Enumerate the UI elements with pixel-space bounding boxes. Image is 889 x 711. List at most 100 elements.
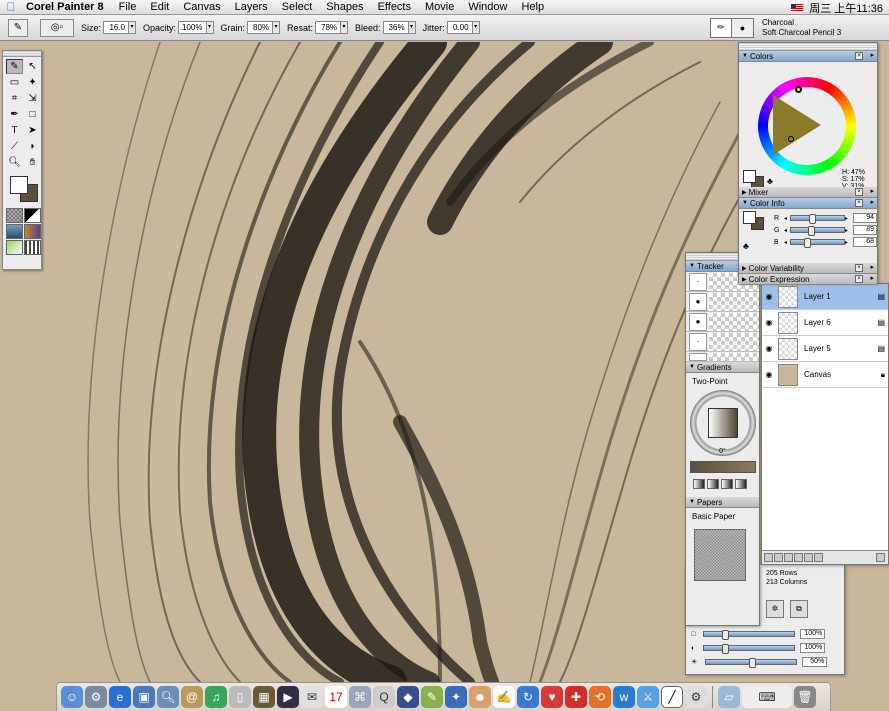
gradients-header[interactable]: ▼ Gradients	[686, 362, 759, 373]
trash-like-icon[interactable]: ▯	[229, 686, 251, 708]
grain-field[interactable]: 80% ▾	[247, 21, 281, 35]
gradient-type-icon[interactable]	[735, 479, 747, 489]
ical-icon[interactable]: 17	[325, 686, 347, 708]
preview-icon[interactable]: ▣	[133, 686, 155, 708]
new-layer-mask-icon[interactable]	[814, 553, 823, 562]
invert-paper-icon[interactable]: ✲	[766, 600, 784, 618]
app-menu[interactable]: Corel Painter 8	[22, 1, 112, 13]
quicktime-icon[interactable]: Q	[373, 686, 395, 708]
slash-icon[interactable]: ╱	[661, 686, 683, 708]
imovie-icon[interactable]: ▶	[277, 686, 299, 708]
mail-icon[interactable]: ✉	[301, 686, 323, 708]
menu-help[interactable]: Help	[514, 1, 551, 13]
gradient-bar[interactable]	[689, 461, 756, 473]
brush-icon[interactable]: ✦	[445, 686, 467, 708]
main-color-mini-swatch[interactable]	[743, 211, 756, 224]
pen-tool-icon[interactable]: ✒	[6, 107, 23, 122]
layer-adjuster-icon[interactable]: ↖	[24, 59, 41, 74]
menu-shapes[interactable]: Shapes	[319, 1, 370, 13]
selection-adjuster-icon[interactable]: ⇲	[24, 91, 41, 106]
keyboard-icon[interactable]: ⌨	[742, 686, 792, 708]
paper-preview[interactable]	[694, 529, 746, 581]
painter-icon[interactable]: ✎	[421, 686, 443, 708]
hue-indicator[interactable]	[795, 86, 802, 93]
opacity-field[interactable]: 100% ▾	[178, 21, 214, 35]
color-selector[interactable]	[6, 174, 38, 204]
composite-icon[interactable]	[804, 553, 813, 562]
layer-commands-icon[interactable]	[764, 553, 773, 562]
magnifier-icon[interactable]: 🔍︎	[6, 155, 23, 170]
look-selector-icon[interactable]	[6, 240, 23, 255]
menu-select[interactable]: Select	[275, 1, 320, 13]
menu-effects[interactable]: Effects	[371, 1, 418, 13]
paper-name[interactable]: Basic Paper	[686, 508, 759, 521]
eye-icon[interactable]: ◉	[762, 344, 776, 353]
address-book-icon[interactable]: @	[181, 686, 203, 708]
folder-icon[interactable]: ▱	[718, 686, 740, 708]
itunes-icon[interactable]: ♫	[205, 686, 227, 708]
paper-options-icon[interactable]: ⧉	[790, 600, 808, 618]
gear-icon[interactable]: ⚙	[685, 686, 707, 708]
menu-edit[interactable]: Edit	[143, 1, 176, 13]
cross-icon[interactable]: ✚	[565, 686, 587, 708]
color-expression-header[interactable]: ▶ Color Expression × ▸	[739, 274, 877, 285]
pen-icon[interactable]: ✍	[493, 686, 515, 708]
input-menu-flag-icon[interactable]	[791, 3, 804, 12]
grabber-hand-icon[interactable]: ✋︎	[24, 155, 41, 170]
iphoto-icon[interactable]: ▦	[253, 686, 275, 708]
layer-row[interactable]: ◉ Layer 1 ▤	[762, 284, 888, 310]
main-color-mini-swatch[interactable]	[743, 170, 756, 183]
palette-titlebar[interactable]	[739, 43, 877, 51]
brush-mode-icon[interactable]: ◎▫	[40, 18, 74, 37]
brush-category-icon[interactable]: ✏	[710, 17, 732, 38]
tracker-item[interactable]: ●	[686, 292, 759, 312]
system-preferences-icon[interactable]: ⚙	[85, 686, 107, 708]
layer-mask-icon[interactable]	[794, 553, 803, 562]
gradient-name[interactable]: Two-Point	[686, 373, 759, 386]
bleed-field[interactable]: 36% ▾	[382, 21, 416, 35]
paper-contrast-slider[interactable]	[703, 644, 796, 654]
paper-brightness-slider[interactable]	[705, 658, 798, 668]
sword-icon[interactable]: ⚔	[637, 686, 659, 708]
new-layer-icon[interactable]	[784, 553, 793, 562]
paper-scale-slider[interactable]	[703, 630, 796, 640]
crop-icon[interactable]: ⌗	[6, 91, 23, 106]
layer-row[interactable]: ◉ Layer 6 ▤	[762, 310, 888, 336]
menu-movie[interactable]: Movie	[418, 1, 461, 13]
brush-variant-icon[interactable]: ●	[732, 17, 754, 38]
finder-icon[interactable]: ☺	[61, 686, 83, 708]
color-variability-header[interactable]: ▶ Color Variability × ▸	[739, 263, 877, 274]
pattern-selector-icon[interactable]	[6, 224, 23, 239]
dropper-icon[interactable]: ⟋	[6, 139, 23, 154]
menu-window[interactable]: Window	[461, 1, 514, 13]
mixer-header[interactable]: ▶ Mixer × ▸	[739, 187, 877, 198]
clone-color-icon[interactable]: ♣	[743, 241, 749, 251]
text-tool-icon[interactable]: T	[6, 123, 23, 138]
apple-menu-icon[interactable]: 	[0, 0, 22, 14]
current-tool-brush-icon[interactable]: ✎	[8, 18, 28, 37]
keynote-icon[interactable]: ◆	[397, 686, 419, 708]
tracker-item[interactable]	[686, 352, 759, 362]
blue-slider[interactable]	[790, 238, 845, 248]
saturation-value-triangle[interactable]	[773, 95, 821, 155]
color-wheel-area[interactable]: ♣ H: 47% S: 17% V: 31%	[739, 62, 877, 190]
colors-header[interactable]: ▼ Colors × ▸	[739, 51, 877, 62]
magic-wand-icon[interactable]: ✦	[24, 75, 41, 90]
menu-canvas[interactable]: Canvas	[176, 1, 227, 13]
swirl-icon[interactable]: ↻	[517, 686, 539, 708]
menu-file[interactable]: File	[112, 1, 144, 13]
layer-row[interactable]: ◉ Canvas 🔒︎	[762, 362, 888, 388]
paint-bucket-icon[interactable]: ◗	[24, 139, 41, 154]
red-slider[interactable]	[790, 214, 845, 224]
jitter-field[interactable]: 0.00 ▾	[446, 21, 480, 35]
clone-color-icon[interactable]: ♣	[767, 176, 773, 186]
trash-icon[interactable]: 🗑︎	[794, 686, 816, 708]
weaving-selector-icon[interactable]	[24, 224, 41, 239]
gradient-type-icon[interactable]	[707, 479, 719, 489]
brush-variant[interactable]: Soft Charcoal Pencil 3	[762, 28, 841, 38]
sherlock-icon[interactable]: 🔍︎	[157, 686, 179, 708]
paper-selector-icon[interactable]	[6, 208, 23, 223]
gradient-type-icon[interactable]	[693, 479, 705, 489]
gradient-type-icon[interactable]	[721, 479, 733, 489]
resat-field[interactable]: 78% ▾	[315, 21, 349, 35]
